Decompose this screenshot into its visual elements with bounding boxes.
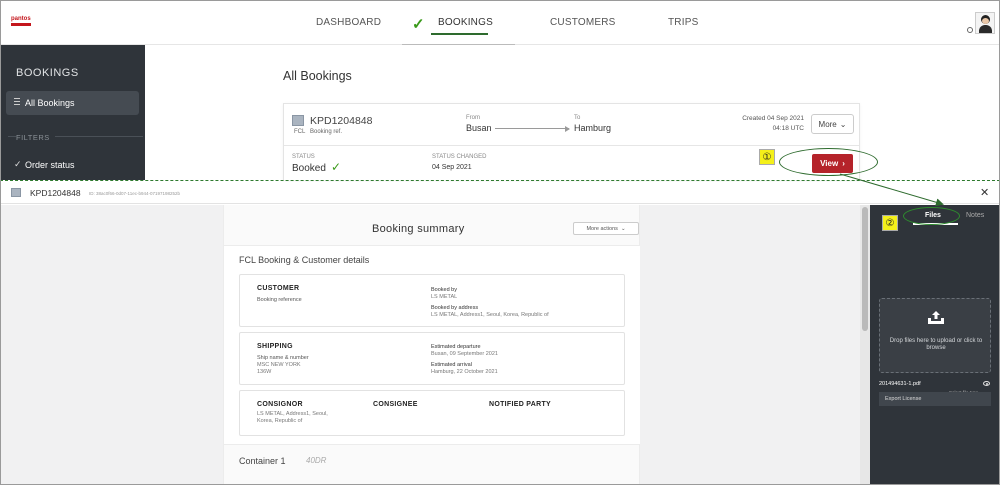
- created-time: 04:18 UTC: [772, 125, 804, 132]
- modal-scrollbar[interactable]: [860, 205, 870, 485]
- more-actions-button[interactable]: More actions ⌄: [573, 222, 639, 235]
- settings-icon[interactable]: [967, 27, 973, 33]
- files-panel: Files Notes Drop files here to upload or…: [870, 205, 1000, 485]
- status-changed-label: STATUS CHANGED: [432, 154, 487, 160]
- created-date: Created 04 Sep 2021: [742, 115, 804, 122]
- ship-name-label: Ship name & number: [257, 355, 309, 361]
- modal-header: KPD1204848 ID: 38ac0f66-0d07-11ec-b944-0…: [0, 182, 1000, 204]
- close-icon[interactable]: ✕: [980, 186, 989, 199]
- consignor-address-line1: LS METAL, Address1, Seoul,: [257, 411, 328, 417]
- parties-card: CONSIGNOR LS METAL, Address1, Seoul, Kor…: [239, 390, 625, 436]
- nav-active-underline: [431, 33, 488, 35]
- ship-name-value: MSC NEW YORK: [257, 362, 301, 368]
- uploaded-file-row[interactable]: 201494631-1.pdf Select file type Export …: [879, 380, 991, 408]
- origin-port: Busan: [466, 123, 492, 133]
- destination-port: Hamburg: [574, 123, 612, 133]
- booking-mode: FCL: [294, 129, 306, 135]
- status-label: STATUS: [292, 154, 315, 160]
- page-title: All Bookings: [283, 69, 352, 83]
- consignor-heading: CONSIGNOR: [257, 401, 303, 408]
- booked-by-address-label: Booked by address: [431, 305, 479, 311]
- booking-summary-panel: Booking summary More actions ⌄ FCL Booki…: [223, 205, 640, 485]
- status-value: Booked: [292, 163, 326, 174]
- dashed-separator: [0, 180, 1000, 181]
- chevron-down-icon: ⌄: [839, 119, 847, 129]
- upload-icon: [928, 311, 944, 324]
- booking-id: ID: 38ac0f66-0d07-11ec-b944-07197198252b: [89, 191, 180, 196]
- booked-by-address-value: LS METAL, Address1, Seoul, Korea, Republ…: [431, 312, 549, 318]
- user-avatar[interactable]: [975, 12, 995, 34]
- chevron-down-icon: ⌄: [620, 225, 626, 232]
- filters-heading: FILTERS: [16, 133, 55, 142]
- ship-number-value: 136W: [257, 369, 272, 375]
- eye-icon[interactable]: [983, 381, 990, 386]
- booked-by-value: LS METAL: [431, 294, 458, 300]
- nav-dashboard[interactable]: DASHBOARD: [316, 17, 381, 28]
- shipping-card: SHIPPING Ship name & number MSC NEW YORK…: [239, 332, 625, 385]
- avatar-face: [982, 18, 989, 24]
- modal-booking-reference: KPD1204848: [30, 188, 81, 198]
- avatar-body: [979, 25, 992, 33]
- booked-by-label: Booked by: [431, 287, 457, 293]
- sidebar-item-label[interactable]: All Bookings: [25, 98, 75, 108]
- tab-notes[interactable]: Notes: [966, 212, 984, 219]
- nav-trips[interactable]: TRIPS: [668, 17, 698, 28]
- from-label: From: [466, 115, 480, 121]
- consignee-heading: CONSIGNEE: [373, 401, 418, 408]
- list-icon: [14, 98, 20, 105]
- view-highlight-oval: [779, 148, 878, 176]
- booking-reference-label: Booking reference: [257, 297, 302, 303]
- status-check-icon: ✓: [331, 160, 342, 174]
- sidebar-title: BOOKINGS: [16, 67, 79, 79]
- customer-heading: CUSTOMER: [257, 285, 300, 292]
- booking-ref-label: Booking ref.: [310, 129, 343, 135]
- customer-details-section: FCL Booking & Customer details CUSTOMER …: [224, 245, 640, 445]
- logo-bar: [11, 23, 31, 26]
- step-1-badge: ①: [759, 149, 775, 165]
- check-icon: ✓: [14, 159, 22, 169]
- nav-bookings[interactable]: BOOKINGS: [438, 17, 493, 28]
- arrival-value: Hamburg, 22 October 2021: [431, 369, 498, 375]
- container-title[interactable]: Container 1: [239, 456, 286, 466]
- arrival-label: Estimated arrival: [431, 362, 472, 368]
- summary-title: Booking summary: [372, 223, 465, 235]
- file-drop-zone[interactable]: Drop files here to upload or click to br…: [879, 298, 991, 373]
- to-label: To: [574, 115, 581, 121]
- container-type: 40DR: [306, 456, 327, 465]
- sidebar: BOOKINGS All Bookings FILTERS ✓ Order st…: [0, 45, 145, 180]
- route-arrow-icon: [495, 125, 570, 132]
- scrollbar-thumb[interactable]: [862, 207, 868, 331]
- departure-value: Busan, 09 September 2021: [431, 351, 498, 357]
- top-navigation: pantos DASHBOARD ✓ BOOKINGS CUSTOMERS TR…: [0, 0, 1000, 45]
- departure-label: Estimated departure: [431, 344, 481, 350]
- file-type-select[interactable]: Export License: [879, 392, 991, 406]
- customer-card: CUSTOMER Booking reference Booked by LS …: [239, 274, 625, 327]
- company-logo[interactable]: pantos: [11, 16, 33, 28]
- more-button[interactable]: More ⌄: [811, 114, 854, 134]
- shipping-heading: SHIPPING: [257, 343, 293, 350]
- nav-divider: [402, 44, 515, 45]
- card-divider: [284, 145, 859, 146]
- container-icon: [292, 115, 304, 126]
- files-tab-highlight-oval: [903, 207, 960, 225]
- annotation-check-icon: ✓: [412, 16, 425, 33]
- filter-order-status[interactable]: Order status: [25, 160, 75, 170]
- more-button-label: More: [818, 119, 837, 129]
- consignor-address-line2: Korea, Republic of: [257, 418, 303, 424]
- nav-customers[interactable]: CUSTOMERS: [550, 17, 616, 28]
- container-icon: [11, 188, 21, 197]
- booking-card[interactable]: KPD1204848 FCL Booking ref. From Busan T…: [283, 103, 860, 180]
- status-changed-date: 04 Sep 2021: [432, 164, 472, 171]
- drop-zone-text: Drop files here to upload or click to br…: [889, 338, 983, 351]
- notified-party-heading: NOTIFIED PARTY: [489, 401, 552, 408]
- section-title: FCL Booking & Customer details: [239, 255, 370, 265]
- logo-text: pantos: [11, 16, 31, 22]
- more-actions-label: More actions: [586, 225, 618, 232]
- booking-reference[interactable]: KPD1204848: [310, 115, 372, 127]
- step-2-badge: ②: [882, 215, 898, 231]
- file-name[interactable]: 201494631-1.pdf: [879, 381, 921, 387]
